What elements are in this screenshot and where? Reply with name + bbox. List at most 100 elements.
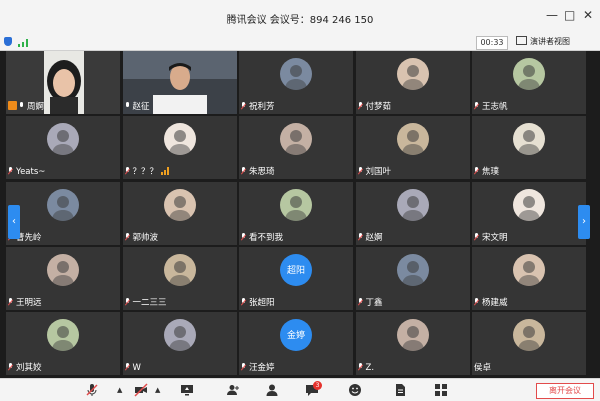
mic-icon xyxy=(19,102,24,110)
participant-tile[interactable]: 金婷汪金婷 xyxy=(239,312,353,376)
avatar xyxy=(47,188,79,221)
leave-meeting-button[interactable]: 离开会议 xyxy=(536,383,594,399)
participant-tile[interactable]: 朱思琦 xyxy=(239,116,353,180)
participant-label: 汪金婷 xyxy=(241,361,275,373)
participant-label: ？？？ xyxy=(125,165,172,177)
document-icon[interactable] xyxy=(393,382,407,396)
mic-muted-icon xyxy=(241,102,246,110)
participant-name: Z. xyxy=(365,363,375,374)
avatar: 超阳 xyxy=(280,253,312,286)
mic-muted-icon xyxy=(474,167,479,175)
participant-tile[interactable]: 刘其姣 xyxy=(6,312,120,376)
participant-tile[interactable]: 刘国叶 xyxy=(355,116,470,180)
participant-name: 刘其姣 xyxy=(16,363,42,374)
avatar xyxy=(163,188,196,221)
prev-page-button[interactable]: ‹ xyxy=(8,205,20,239)
avatar-text: 金婷 xyxy=(286,331,305,342)
participant-name: 郭帅波 xyxy=(132,232,159,243)
signal-bars-icon xyxy=(161,167,171,176)
maximize-button[interactable]: □ xyxy=(564,8,575,22)
mic-muted-icon xyxy=(8,297,13,306)
participant-tile[interactable]: 丁鑫 xyxy=(355,246,470,310)
avatar xyxy=(280,58,312,90)
participant-tile[interactable]: 王志帆 xyxy=(472,51,586,114)
participant-tile[interactable]: 赵征 xyxy=(122,51,237,114)
camera-off-icon[interactable] xyxy=(134,382,148,397)
participant-tile[interactable]: 看不到我 xyxy=(239,181,353,245)
shield-icon[interactable] xyxy=(4,37,12,46)
network-signal-icon[interactable] xyxy=(18,39,30,47)
avatar xyxy=(163,253,196,286)
avatar xyxy=(513,253,545,286)
participant-grid: 周婀 赵征 祝利芳 付梦茹 王志帆 Yeats~ ？？？ 朱思琦 刘国叶 焦璞曹先岭郭帅波 看不到我… xyxy=(6,51,594,378)
mic-muted-icon xyxy=(474,102,479,110)
participant-tile[interactable]: 赵婀 xyxy=(355,181,470,245)
avatar xyxy=(513,188,545,221)
participant-tile[interactable]: 超阳 张超阳 xyxy=(239,246,353,310)
participant-name: 张超阳 xyxy=(249,297,275,308)
participant-name: 丁鑫 xyxy=(365,297,383,308)
participant-tile[interactable]: ？？？ xyxy=(122,116,237,180)
apps-icon[interactable] xyxy=(434,382,448,396)
mic-muted-icon xyxy=(125,232,130,241)
close-button[interactable]: ✕ xyxy=(583,8,593,22)
participant-label: 赵征 xyxy=(125,100,150,112)
participant-label: 焦璞 xyxy=(474,165,499,177)
participant-name: 王志帆 xyxy=(482,102,508,112)
avatar xyxy=(513,319,545,352)
participant-tile[interactable]: 侯卓 xyxy=(472,312,586,376)
participant-tile[interactable]: 焦璞 xyxy=(472,116,586,180)
next-page-button[interactable]: › xyxy=(578,205,590,239)
participant-label: W xyxy=(125,363,141,373)
mic-muted-icon xyxy=(125,297,130,306)
participant-tile[interactable]: 一二三三 xyxy=(122,246,237,310)
participant-name: 赵征 xyxy=(132,102,150,112)
host-badge-icon xyxy=(8,101,17,110)
participant-name: 刘国叶 xyxy=(365,167,392,178)
avatar xyxy=(280,188,312,221)
members-icon[interactable] xyxy=(265,382,279,396)
mic-muted-icon xyxy=(8,167,13,175)
participant-label: 朱思琦 xyxy=(241,165,275,177)
participant-name: 侯卓 xyxy=(474,363,492,374)
participant-tile[interactable]: Yeats~ xyxy=(6,116,120,180)
participant-tile[interactable]: 郭帅波 xyxy=(122,181,237,245)
mic-muted-icon xyxy=(241,363,246,371)
avatar xyxy=(280,123,312,156)
screen-share-icon[interactable] xyxy=(180,382,194,396)
mic-options-chevron-icon[interactable]: ▲ xyxy=(117,386,122,394)
avatar xyxy=(513,123,545,156)
participant-tile[interactable]: 宋文明 xyxy=(472,181,586,245)
participant-label: 宋文明 xyxy=(474,231,508,243)
info-bar xyxy=(0,34,600,51)
participant-name: 付梦茹 xyxy=(365,102,392,112)
invite-icon[interactable] xyxy=(226,382,240,396)
participant-label: 周婀 xyxy=(8,100,44,112)
mic-icon xyxy=(125,102,130,110)
view-toggle-button[interactable]: 演讲者视图 xyxy=(516,36,596,48)
reaction-icon[interactable] xyxy=(348,382,362,396)
camera-options-chevron-icon[interactable]: ▲ xyxy=(155,386,160,394)
minimize-button[interactable]: — xyxy=(546,8,558,22)
participant-label: 刘国叶 xyxy=(358,165,392,178)
avatar xyxy=(513,58,545,90)
participant-name: 周婀 xyxy=(27,102,45,112)
mic-muted-icon xyxy=(358,297,363,306)
participant-tile[interactable]: 祝利芳 xyxy=(239,51,353,114)
mic-muted-icon[interactable] xyxy=(85,382,99,396)
participant-label: 赵婀 xyxy=(358,231,383,243)
participant-name: 看不到我 xyxy=(249,232,284,243)
participant-tile[interactable]: W xyxy=(122,312,237,376)
participant-tile[interactable]: 周婀 xyxy=(6,51,120,114)
participant-label: 郭帅波 xyxy=(125,231,159,243)
participant-tile[interactable]: Z. xyxy=(355,312,470,376)
participant-tile[interactable]: 王明远 xyxy=(6,246,120,310)
avatar xyxy=(163,123,196,156)
avatar xyxy=(163,319,196,352)
participant-tile[interactable]: 付梦茹 xyxy=(355,51,470,114)
participant-tile[interactable]: 曹先岭 xyxy=(6,181,120,245)
participant-label: 丁鑫 xyxy=(358,296,383,308)
participant-tile[interactable]: 杨建威 xyxy=(472,246,586,310)
mic-muted-icon xyxy=(474,297,479,306)
participant-label: 张超阳 xyxy=(241,296,275,308)
